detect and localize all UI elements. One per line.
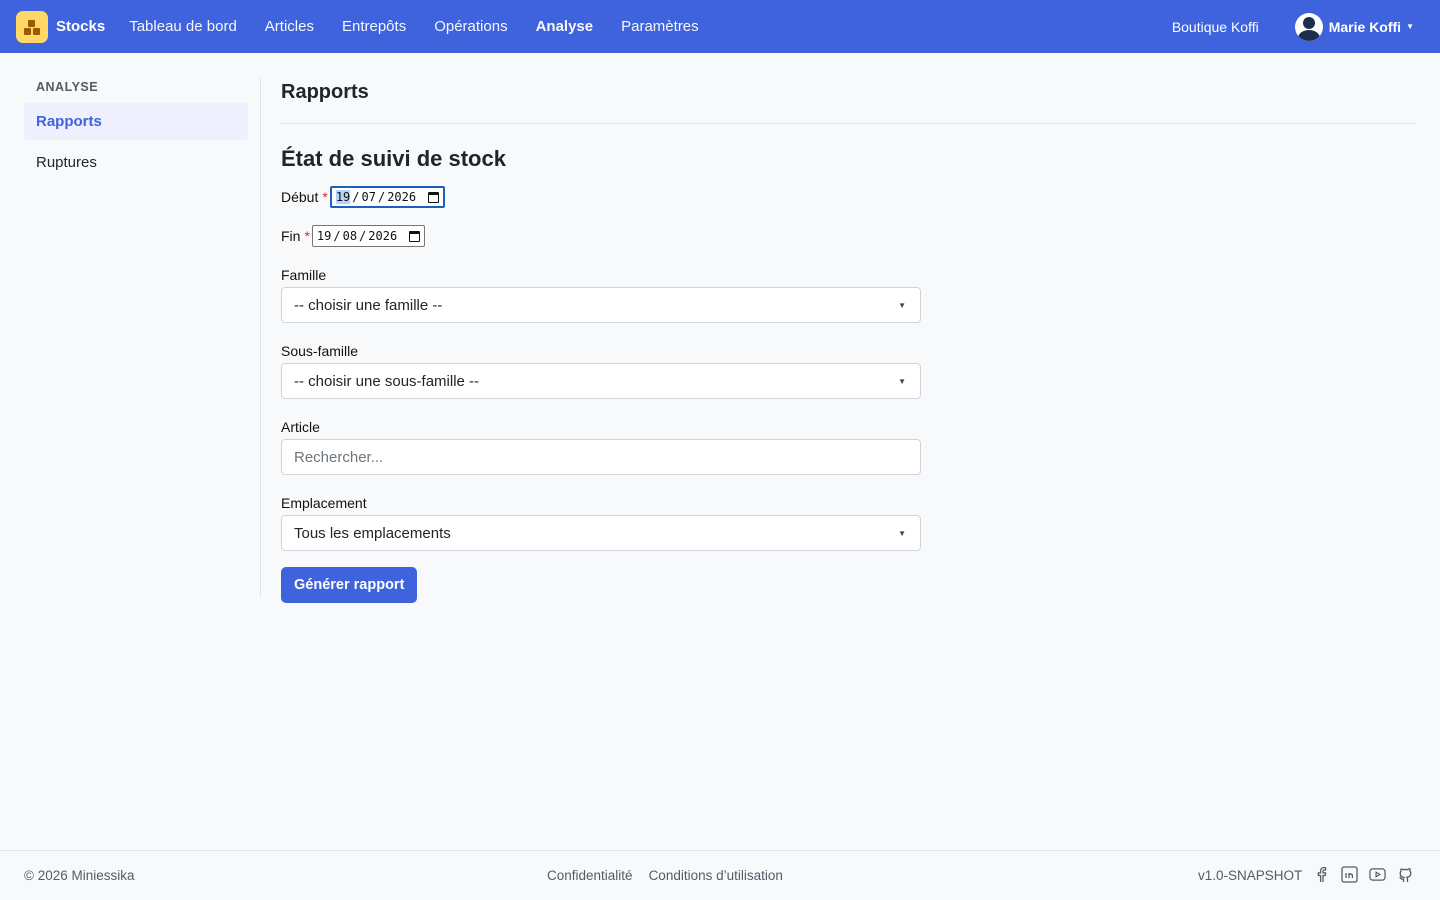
main-content: Rapports État de suivi de stock Début * … (281, 78, 1416, 603)
end-date-year[interactable]: 2026 (368, 229, 397, 243)
sidebar: ANALYSE Rapports Ruptures (24, 78, 248, 181)
privacy-link[interactable]: Confidentialité (547, 851, 633, 900)
subfamily-select[interactable]: -- choisir une sous-famille -- ▼ (281, 363, 921, 399)
chevron-down-icon: ▼ (898, 528, 906, 538)
article-group: Article Rechercher... (281, 418, 1416, 475)
family-select[interactable]: -- choisir une famille -- ▼ (281, 287, 921, 323)
avatar-icon (1294, 12, 1323, 41)
user-name: Marie Koffi (1328, 18, 1402, 35)
sidebar-divider (260, 78, 261, 597)
subfamily-label: Sous-famille (281, 343, 359, 359)
end-date-label: Fin (281, 228, 301, 244)
brand-name: Stocks (56, 18, 106, 35)
end-date-month[interactable]: 08 (343, 229, 357, 243)
family-label: Famille (281, 267, 327, 283)
nav-right: Boutique Koffi Marie Koffi ▼ (1172, 12, 1424, 41)
article-placeholder: Rechercher... (294, 448, 384, 466)
terms-link[interactable]: Conditions d’utilisation (649, 851, 783, 900)
article-label: Article (281, 419, 320, 435)
main-nav: Tableau de bord Articles Entrepôts Opéra… (115, 0, 712, 53)
page-title: Rapports (281, 81, 369, 103)
article-search-input[interactable]: Rechercher... (281, 439, 921, 475)
start-date-day[interactable]: 19 (335, 190, 351, 204)
caret-down-icon: ▼ (1406, 22, 1414, 31)
location-selected-value: Tous les emplacements (294, 524, 451, 542)
title-divider (281, 123, 1416, 124)
nav-link-dashboard[interactable]: Tableau de bord (115, 0, 251, 53)
nav-link-operations[interactable]: Opérations (420, 0, 521, 53)
shop-selector[interactable]: Boutique Koffi (1172, 19, 1259, 35)
end-date-row: Fin * 19/08/2026 (281, 225, 1416, 247)
family-group: Famille -- choisir une famille -- ▼ (281, 266, 1416, 323)
required-marker: * (304, 228, 310, 244)
location-select[interactable]: Tous les emplacements ▼ (281, 515, 921, 551)
generate-report-button[interactable]: Générer rapport (281, 567, 418, 603)
start-date-row: Début * 19/07/2026 (281, 186, 1416, 208)
sidebar-item-stockouts[interactable]: Ruptures (24, 144, 248, 181)
location-group: Emplacement Tous les emplacements ▼ (281, 494, 1416, 551)
family-selected-value: -- choisir une famille -- (294, 296, 443, 314)
start-date-input[interactable]: 19/07/2026 (329, 186, 446, 208)
youtube-icon[interactable] (1369, 866, 1386, 883)
start-date-month[interactable]: 07 (362, 190, 376, 204)
copyright: © 2026 Miniessika (24, 868, 135, 883)
footer: © 2026 Miniessika Confidentialité Condit… (0, 850, 1440, 900)
subfamily-group: Sous-famille -- choisir une sous-famille… (281, 342, 1416, 399)
chevron-down-icon: ▼ (898, 300, 906, 310)
nav-link-warehouses[interactable]: Entrepôts (328, 0, 420, 53)
end-date-input[interactable]: 19/08/2026 (311, 225, 426, 247)
github-icon[interactable] (1397, 866, 1414, 883)
footer-links: Confidentialité Conditions d’utilisation (547, 851, 799, 900)
sidebar-item-reports[interactable]: Rapports (24, 103, 248, 140)
required-marker: * (322, 189, 328, 205)
nav-link-settings[interactable]: Paramètres (607, 0, 713, 53)
sidebar-heading: ANALYSE (36, 80, 99, 94)
social-links (1313, 866, 1425, 883)
start-date-label: Début (281, 189, 319, 205)
top-navbar: Stocks Tableau de bord Articles Entrepôt… (0, 0, 1440, 53)
nav-link-analysis[interactable]: Analyse (522, 0, 608, 53)
calendar-icon[interactable] (409, 230, 421, 242)
linkedin-icon[interactable] (1341, 866, 1358, 883)
report-title: État de suivi de stock (281, 146, 506, 171)
chevron-down-icon: ▼ (898, 376, 906, 386)
nav-link-articles[interactable]: Articles (251, 0, 328, 53)
start-date-year[interactable]: 2026 (387, 190, 416, 204)
brand[interactable]: Stocks (16, 10, 106, 43)
subfamily-selected-value: -- choisir une sous-famille -- (294, 372, 480, 390)
end-date-day[interactable]: 19 (317, 229, 331, 243)
facebook-icon[interactable] (1313, 866, 1330, 883)
boxes-logo-icon (16, 10, 48, 43)
user-menu[interactable]: Marie Koffi ▼ (1294, 12, 1414, 41)
version: v1.0-SNAPSHOT (1198, 868, 1303, 883)
location-label: Emplacement (281, 495, 367, 511)
calendar-icon[interactable] (428, 191, 440, 203)
